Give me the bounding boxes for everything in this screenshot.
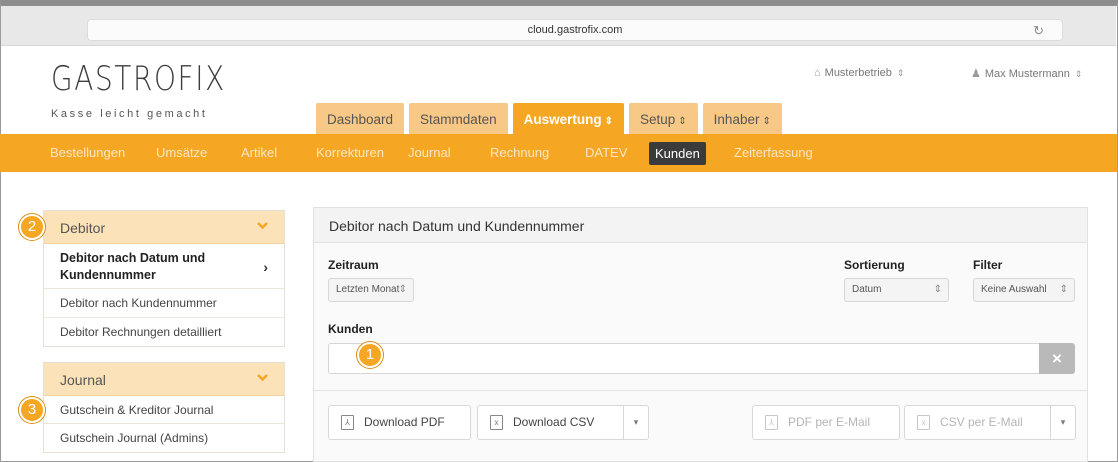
report-panel: Debitor nach Datum und Kundennummer Zeit…	[313, 207, 1088, 462]
sidebar-item-label: Gutschein Journal (Admins)	[60, 431, 209, 445]
main-tabs: Dashboard Stammdaten Auswertung ⇕ Setup ⇕ …	[316, 103, 787, 134]
chevron-down-icon	[257, 222, 268, 230]
subnav-korrekturen[interactable]: Korrekturen	[316, 134, 384, 172]
pdf-per-email-button[interactable]: ⅄ PDF per E-Mail	[752, 405, 900, 440]
csv-per-email-button[interactable]: x CSV per E-Mail ▾	[904, 405, 1076, 440]
zeitraum-select[interactable]: Letzten Monat ⇕	[328, 278, 414, 302]
subnav-zeiterfassung[interactable]: Zeiterfassung	[734, 134, 813, 172]
sidebar-item-gutschein-kreditor[interactable]: Gutschein & Kreditor Journal	[44, 396, 284, 424]
sidebar-item-label: Debitor nach Datum und Kundennummer	[60, 251, 206, 282]
subnav-bestellungen[interactable]: Bestellungen	[50, 134, 125, 172]
user-name: Max Mustermann	[984, 68, 1070, 80]
sub-navigation: Bestellungen Umsätze Artikel Korrekturen…	[0, 134, 1117, 172]
user-icon: ♟	[971, 68, 981, 80]
user-menu[interactable]: ♟ Max Mustermann ⇕	[971, 67, 1082, 80]
caret-down-icon[interactable]: ▾	[623, 406, 648, 439]
subnav-umsaetze[interactable]: Umsätze	[156, 134, 207, 172]
pdf-file-icon: ⅄	[341, 415, 354, 431]
sort-caret-icon: ⇕	[896, 68, 905, 78]
caret-down-icon[interactable]: ▾	[1050, 406, 1075, 439]
sortierung-select[interactable]: Datum ⇕	[844, 278, 949, 302]
subnav-journal[interactable]: Journal	[408, 134, 451, 172]
browser-toolbar: cloud.gastrofix.com ↻	[1, 6, 1116, 46]
annotation-badge-2: 2	[19, 214, 45, 240]
divider	[314, 390, 1087, 391]
download-csv-button[interactable]: x Download CSV ▾	[477, 405, 649, 440]
debitor-panel-header[interactable]: Debitor	[44, 211, 284, 244]
chevron-down-icon	[257, 374, 268, 382]
tab-stammdaten[interactable]: Stammdaten	[409, 103, 508, 134]
filter-value: Keine Auswahl	[981, 284, 1047, 295]
filter-label: Filter	[973, 258, 1003, 272]
sidebar-item-label: Gutschein & Kreditor Journal	[60, 403, 214, 417]
panel-title: Journal	[60, 372, 106, 388]
chevron-right-icon: ›	[263, 259, 268, 275]
sidebar-item-debitor-rechnungen[interactable]: Debitor Rechnungen detailliert	[44, 318, 284, 346]
button-label: PDF per E-Mail	[788, 415, 871, 429]
sort-caret-icon: ⇕	[678, 116, 687, 127]
subnav-rechnung[interactable]: Rechnung	[490, 134, 549, 172]
button-label: CSV per E-Mail	[940, 415, 1023, 429]
sortierung-value: Datum	[852, 284, 882, 295]
sidebar-item-label: Debitor Rechnungen detailliert	[60, 325, 222, 339]
sortierung-label: Sortierung	[844, 258, 905, 272]
logo[interactable]: GASTROFIX	[51, 62, 226, 96]
tab-auswertung[interactable]: Auswertung ⇕	[512, 103, 624, 134]
reload-icon[interactable]: ↻	[1033, 23, 1044, 39]
tab-setup[interactable]: Setup ⇕	[629, 103, 698, 134]
journal-panel-header[interactable]: Journal	[44, 363, 284, 396]
subnav-datev[interactable]: DATEV	[585, 134, 627, 172]
sort-caret-icon: ⇕	[1074, 69, 1083, 79]
logo-tagline: Kasse leicht gemacht	[51, 108, 208, 120]
download-pdf-button[interactable]: ⅄ Download PDF	[328, 405, 471, 440]
home-icon: ⌂	[814, 67, 821, 79]
subnav-artikel[interactable]: Artikel	[241, 134, 277, 172]
select-caret-icon: ⇕	[398, 284, 407, 295]
select-caret-icon: ⇕	[933, 284, 942, 295]
clear-button[interactable]: ×	[1039, 343, 1075, 374]
business-menu[interactable]: ⌂ Musterbetrieb ⇕	[814, 67, 904, 79]
kunden-label: Kunden	[328, 322, 373, 336]
csv-file-icon: x	[917, 415, 930, 431]
tab-inhaber[interactable]: Inhaber ⇕	[702, 103, 782, 134]
pdf-file-icon: ⅄	[765, 415, 778, 431]
panel-title: Debitor	[60, 220, 106, 236]
address-bar[interactable]: cloud.gastrofix.com ↻	[87, 19, 1063, 41]
sidebar-item-gutschein-admins[interactable]: Gutschein Journal (Admins)	[44, 424, 284, 452]
annotation-badge-3: 3	[19, 397, 45, 423]
journal-panel: Journal Gutschein & Kreditor Journal Gut…	[43, 362, 285, 453]
debitor-panel: Debitor Debitor nach Datum und Kundennum…	[43, 210, 285, 347]
sidebar-item-label: Debitor nach Kundennummer	[60, 296, 217, 310]
annotation-badge-1: 1	[357, 342, 383, 368]
tab-dashboard[interactable]: Dashboard	[316, 103, 405, 134]
filter-select[interactable]: Keine Auswahl ⇕	[973, 278, 1075, 302]
kunden-input[interactable]	[328, 343, 1039, 374]
zeitraum-value: Letzten Monat	[336, 284, 400, 295]
select-caret-icon: ⇕	[1059, 284, 1068, 295]
button-label: Download PDF	[364, 415, 445, 429]
report-title: Debitor nach Datum und Kundennummer	[314, 208, 1087, 243]
sidebar-item-debitor-kundennummer[interactable]: Debitor nach Kundennummer	[44, 289, 284, 318]
zeitraum-label: Zeitraum	[328, 258, 379, 272]
csv-file-icon: x	[490, 415, 503, 431]
sidebar-item-debitor-datum-kundennummer[interactable]: Debitor nach Datum und Kundennummer ›	[44, 244, 284, 289]
sort-caret-icon: ⇕	[762, 116, 771, 127]
sort-caret-icon: ⇕	[604, 116, 613, 127]
business-name: Musterbetrieb	[824, 67, 892, 79]
url-text: cloud.gastrofix.com	[527, 24, 623, 36]
button-label: Download CSV	[513, 415, 595, 429]
subnav-kunden[interactable]: Kunden	[649, 142, 706, 165]
